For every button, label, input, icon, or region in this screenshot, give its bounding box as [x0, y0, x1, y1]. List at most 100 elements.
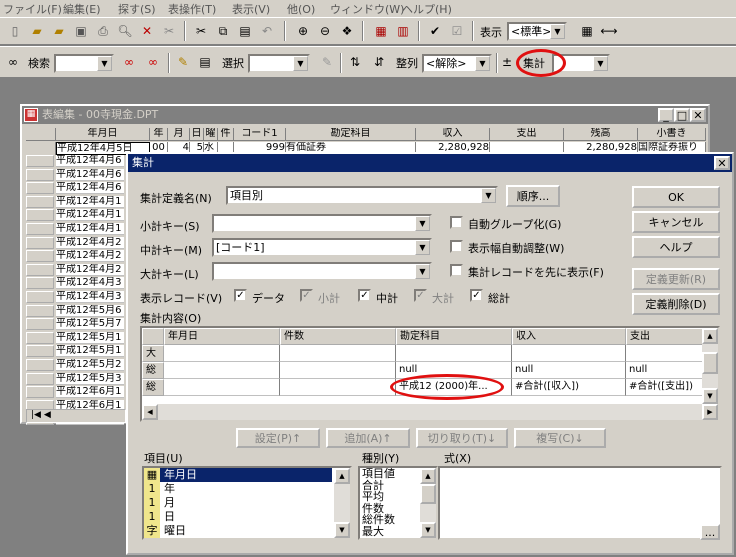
row-header[interactable] — [26, 359, 54, 371]
col-date[interactable]: 年月日 — [56, 128, 150, 141]
item-list-vscroll[interactable]: ▲ ▼ — [334, 468, 350, 538]
order-button[interactable]: 順序... — [506, 185, 560, 207]
cut-icon[interactable]: ✂ — [192, 22, 210, 40]
table-row-date[interactable]: 平成12年6月1 — [56, 386, 124, 399]
search-next-icon[interactable]: ∞ — [120, 53, 138, 71]
paste-icon[interactable]: ▤ — [236, 22, 254, 40]
minimize-button[interactable]: _ — [658, 108, 674, 122]
row-header[interactable] — [26, 182, 54, 195]
dialog-close-button[interactable]: ✕ — [714, 156, 730, 170]
row-header[interactable] — [26, 291, 54, 303]
new-icon[interactable]: ▯ — [6, 22, 24, 40]
row-header[interactable] — [26, 345, 54, 358]
table-row-date[interactable]: 平成12年4月1 — [56, 223, 124, 235]
midtotal-checkbox[interactable]: ✓ — [358, 289, 371, 302]
table-row-date[interactable]: 平成12年4月2 — [56, 236, 124, 249]
row-header[interactable] — [26, 195, 54, 208]
binoculars-search-icon[interactable]: ∞ — [4, 53, 22, 71]
sort-select[interactable]: <解除> ▼ — [422, 54, 492, 73]
auto-width-checkbox[interactable] — [450, 240, 463, 253]
row-header[interactable] — [26, 263, 54, 276]
large-key-select[interactable]: ▼ — [212, 262, 432, 281]
scroll-up-icon[interactable]: ▲ — [334, 468, 350, 484]
menu-search[interactable]: 探す(S) — [118, 1, 156, 17]
table-row-date[interactable]: 平成12年4月3 — [56, 277, 124, 290]
grid-icon[interactable]: ▦ — [578, 22, 596, 40]
add-button[interactable]: 追加(A)↑ — [326, 428, 410, 448]
table-row-date[interactable]: 平成12年5月6 — [56, 304, 124, 317]
search-select[interactable]: ▼ — [54, 54, 114, 73]
records-first-checkbox[interactable] — [450, 264, 463, 277]
scroll-down-icon[interactable]: ▼ — [702, 388, 718, 404]
table-row-date[interactable]: 平成12年4月6 — [56, 168, 124, 181]
grid-cell[interactable] — [396, 345, 512, 362]
menu-view[interactable]: 表示(V) — [232, 1, 270, 17]
list-item[interactable]: 1年 — [144, 482, 332, 496]
window-icon[interactable]: ▥ — [394, 22, 412, 40]
select-icon[interactable]: ✎ — [174, 53, 192, 71]
record-navigator[interactable]: |◀ ◀ — [26, 409, 126, 423]
grid-cell[interactable] — [164, 362, 280, 379]
check-icon[interactable]: ✔ — [426, 22, 444, 40]
list-item[interactable]: 字曜日 — [144, 524, 332, 538]
grid-cell[interactable] — [164, 379, 280, 396]
table-row-date[interactable]: 平成12年4月6 — [56, 182, 124, 195]
grid-cell[interactable] — [280, 345, 396, 362]
grandtotal-checkbox[interactable]: ✓ — [470, 289, 483, 302]
width-icon[interactable]: ⟷ — [600, 22, 618, 40]
zoom-out-icon[interactable]: ⊖ — [316, 22, 334, 40]
sort-asc-icon[interactable]: ⇅ — [346, 53, 364, 71]
maximize-button[interactable]: □ — [674, 108, 690, 122]
list-item[interactable]: 1月 — [144, 496, 332, 510]
table-row-date[interactable]: 平成12年5月1 — [56, 331, 124, 344]
select-select[interactable]: ▼ — [248, 54, 310, 73]
folder-icon[interactable]: ▰ — [50, 22, 68, 40]
scroll-up-icon[interactable]: ▲ — [702, 328, 718, 344]
grid-cell[interactable] — [280, 379, 396, 396]
table-row-date[interactable]: 平成12年4月6 — [56, 155, 124, 167]
check-box-icon[interactable]: ☑ — [448, 22, 466, 40]
list-item[interactable]: 1日 — [144, 510, 332, 524]
undo-icon[interactable]: ↶ — [258, 22, 276, 40]
menu-table[interactable]: 表操作(T) — [168, 1, 216, 17]
col-weekday[interactable]: 曜 — [204, 128, 218, 141]
grid-col-count[interactable]: 件数 — [280, 328, 396, 345]
set-button[interactable]: 設定(P)↑ — [236, 428, 320, 448]
grid-cell[interactable]: #合計([支出]) — [626, 379, 704, 396]
copy-button[interactable]: 複写(C)↓ — [514, 428, 606, 448]
col-count[interactable]: 件 — [218, 128, 234, 141]
col-account[interactable]: 勘定科目 — [286, 128, 416, 141]
expr-input[interactable] — [438, 466, 722, 540]
table-row-date[interactable]: 平成12年5月1 — [56, 345, 124, 358]
copy-icon[interactable]: ⧉ — [214, 22, 232, 40]
help-button[interactable]: ヘルプ — [632, 236, 720, 258]
col-code[interactable]: コード1 — [234, 128, 286, 141]
list-item[interactable]: 最大 — [362, 526, 384, 538]
subtotal-checkbox[interactable]: ✓ — [300, 289, 313, 302]
grid-col-income[interactable]: 収入 — [512, 328, 626, 345]
scroll-thumb[interactable] — [702, 352, 718, 374]
mid-key-select[interactable]: [コード1] ▼ — [212, 238, 432, 257]
ok-button[interactable]: OK — [632, 186, 720, 208]
grid-vscroll[interactable]: ▲ ▼ — [702, 328, 718, 404]
row-header[interactable] — [26, 304, 54, 317]
col-day[interactable]: 日 — [190, 128, 204, 141]
grid-col-expense[interactable]: 支出 — [626, 328, 704, 345]
row-header[interactable] — [26, 318, 54, 331]
kind-list[interactable]: 項目値 合計 平均 件数 総件数 最大 ▲ ▼ — [358, 466, 438, 540]
row-header[interactable] — [26, 155, 54, 167]
row-header[interactable] — [26, 372, 54, 385]
expr-more-button[interactable]: ... — [700, 524, 720, 540]
col-balance[interactable]: 残高 — [564, 128, 638, 141]
grid-cell[interactable] — [164, 345, 280, 362]
row-header[interactable] — [26, 386, 54, 399]
menu-other[interactable]: 他(O) — [287, 1, 315, 17]
scroll-down-icon[interactable]: ▼ — [420, 522, 436, 538]
table-row-date[interactable]: 平成12年5月2 — [56, 359, 124, 371]
scroll-left-icon[interactable]: ◀ — [142, 404, 158, 420]
grid-hscroll[interactable]: ◀ ▶ — [142, 404, 718, 420]
table-row-date[interactable]: 平成12年4月1 — [56, 195, 124, 208]
row-header[interactable] — [26, 277, 54, 290]
delete-definition-button[interactable]: 定義削除(D) — [632, 293, 720, 315]
row-header[interactable] — [26, 168, 54, 181]
